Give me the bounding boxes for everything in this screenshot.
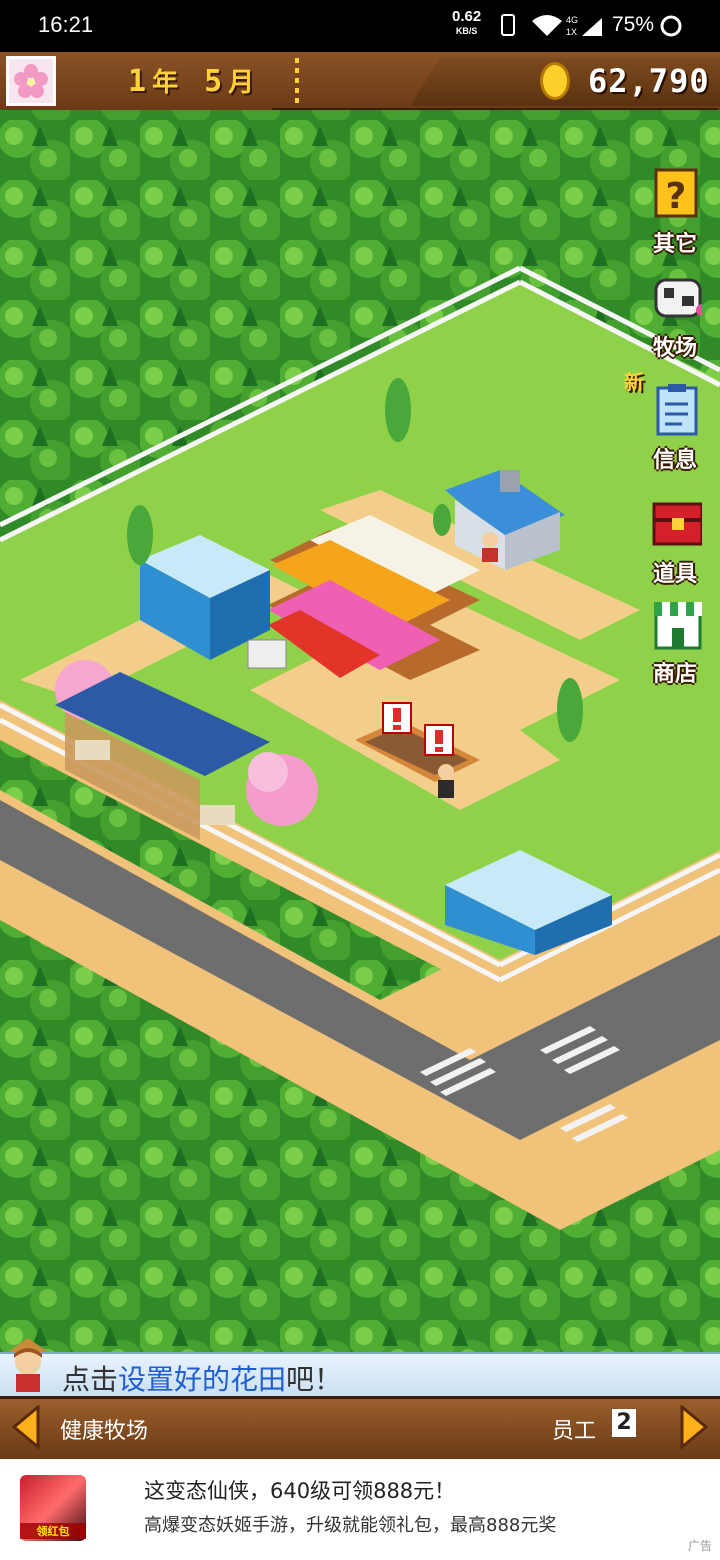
next-arrow-icon[interactable]: [678, 1405, 710, 1449]
prev-arrow-icon[interactable]: [10, 1405, 42, 1449]
game-date: 1年5月: [128, 62, 280, 99]
signal-icon: 4G 1X: [566, 15, 602, 37]
cow-icon: [654, 278, 702, 318]
game-world[interactable]: ? 其它 牧场 信息 道具 商店: [0, 110, 720, 1400]
ad-thumbnail[interactable]: 领红包: [20, 1475, 86, 1541]
status-time: 16:21: [38, 12, 94, 37]
clipboard-icon: [656, 384, 698, 436]
advisor-avatar: [8, 1338, 48, 1392]
ranch-menu-label: 牧场: [652, 336, 697, 361]
alert-marker[interactable]: [382, 702, 412, 734]
net-speed-value: 0.62: [452, 8, 482, 25]
gold-amount: 62,790: [588, 62, 710, 100]
treasure-chest-icon: [652, 502, 702, 546]
ranch-menu-button[interactable]: 牧场: [636, 272, 714, 362]
items-menu-label: 道具: [652, 562, 697, 587]
ad-title[interactable]: 这变态仙侠，640级可领888元！: [144, 1475, 455, 1505]
other-menu-label: 其它: [652, 232, 697, 257]
farm-info-bar: 健康牧场 员工 2: [0, 1396, 720, 1462]
info-menu-button[interactable]: 信息: [636, 384, 714, 474]
ad-tag: 广告: [687, 1539, 712, 1553]
staff-count: 2: [612, 1409, 636, 1437]
ad-badge: 领红包: [20, 1523, 86, 1539]
hint-post: 吧！: [286, 1363, 343, 1396]
hint-text: 点击设置好的花田吧！: [62, 1358, 342, 1398]
hint-message-bar[interactable]: 点击设置好的花田吧！: [0, 1352, 720, 1396]
phone-icon: [501, 14, 515, 36]
worker-character[interactable]: [438, 764, 454, 798]
other-menu-button[interactable]: ? 其它: [636, 168, 714, 258]
status-bar: 16:21 0.62 KB/S 4G 1X 75%: [0, 0, 720, 52]
gold-coin-icon: [540, 62, 570, 100]
farm-signboard[interactable]: [247, 639, 287, 669]
items-menu-button[interactable]: 道具: [636, 498, 714, 588]
ad-description[interactable]: 高爆变态妖姬手游，升级就能领礼包，最高888元奖: [144, 1511, 556, 1537]
ad-banner[interactable]: 领红包 这变态仙侠，640级可领888元！ 高爆变态妖姬手游，升级就能领礼包，最…: [0, 1459, 720, 1560]
staff-label: 员工: [552, 1419, 597, 1444]
year-unit: 年: [152, 68, 181, 98]
date-divider: [295, 58, 299, 103]
month-value: 5: [204, 64, 225, 99]
cherry-blossom-icon: [14, 64, 48, 98]
network-speed: 0.62 KB/S: [452, 8, 482, 38]
alert-marker[interactable]: [424, 724, 454, 756]
info-new-badge: 新: [624, 370, 644, 394]
svg-text:1X: 1X: [566, 27, 577, 37]
year-value: 1: [128, 64, 149, 99]
month-unit: 月: [228, 68, 257, 98]
farm-map[interactable]: [0, 110, 720, 1400]
svg-text:4G: 4G: [566, 15, 578, 25]
hint-highlight: 设置好的花田: [118, 1363, 287, 1396]
battery-level: 75%: [612, 13, 655, 36]
wifi-icon: [532, 15, 562, 36]
hint-pre: 点击: [62, 1363, 119, 1396]
farm-name: 健康牧场: [60, 1419, 149, 1444]
question-icon: ?: [654, 168, 698, 218]
shop-icon: [654, 602, 702, 650]
net-speed-unit: KB/S: [455, 26, 478, 36]
season-avatar-button[interactable]: [6, 56, 56, 106]
info-menu-label: 信息: [652, 448, 697, 473]
shop-menu-label: 商店: [652, 662, 697, 687]
battery-ring-icon: [660, 15, 682, 37]
shop-menu-button[interactable]: 商店: [636, 598, 714, 688]
svg-text:?: ?: [666, 176, 687, 217]
